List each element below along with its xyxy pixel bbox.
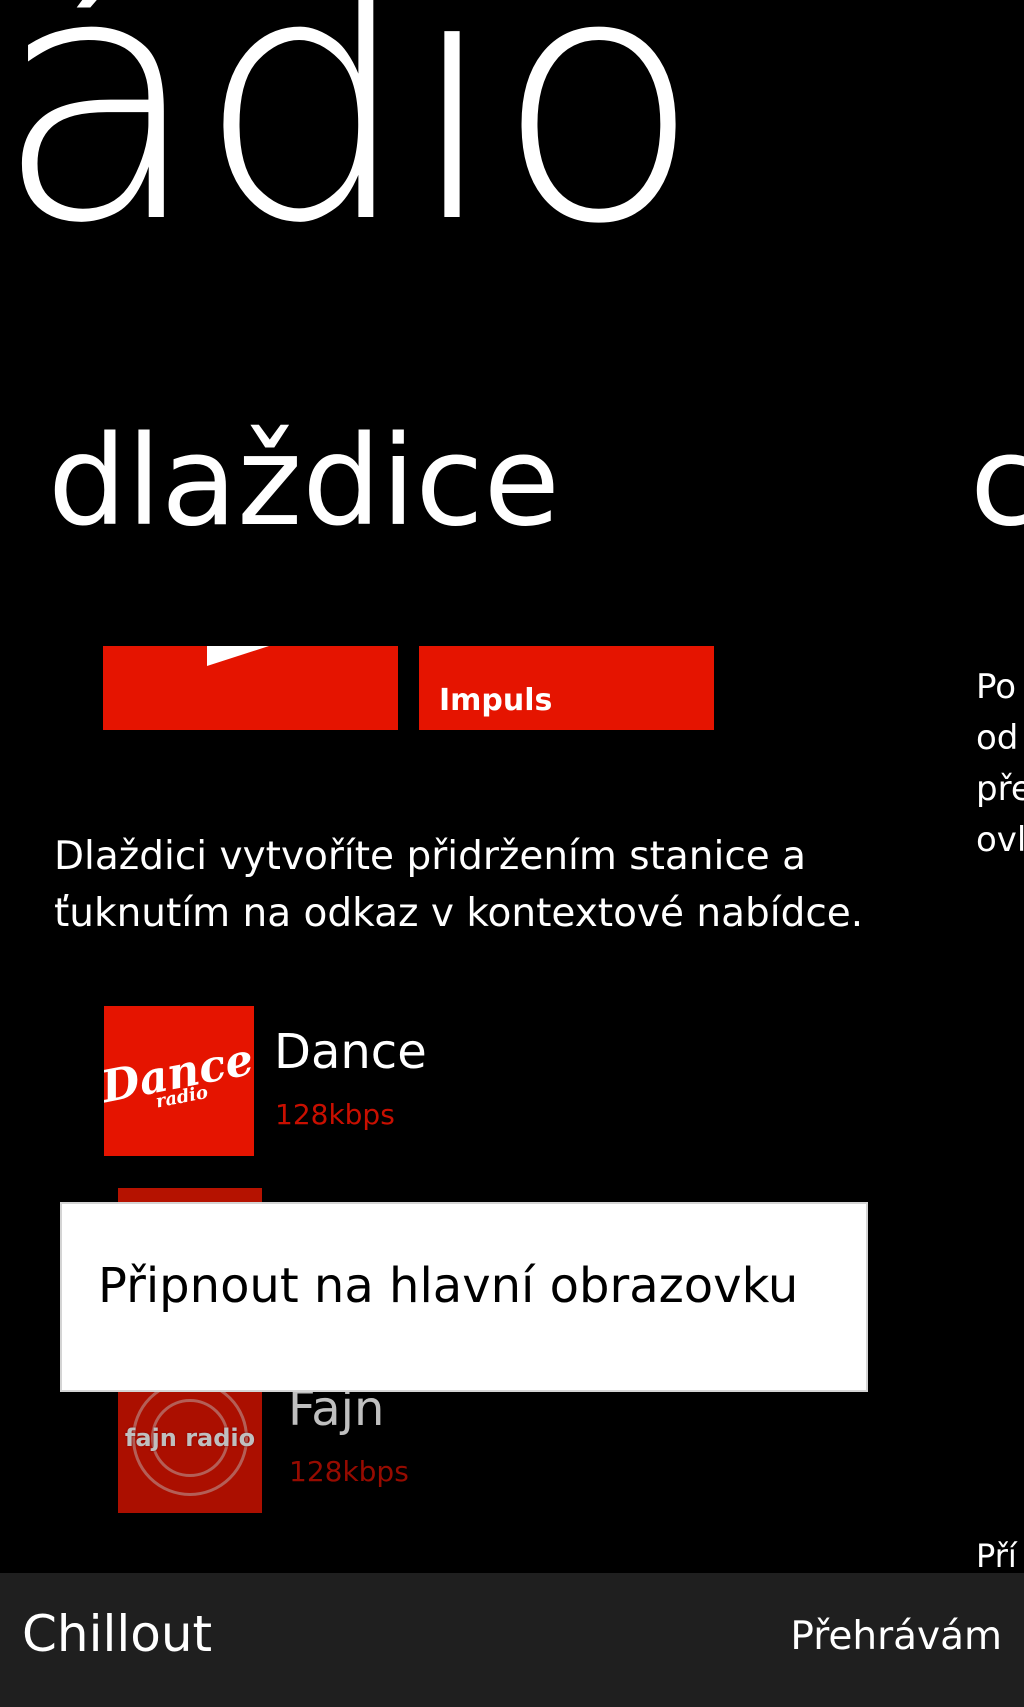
context-menu: Připnout na hlavní obrazovku <box>60 1202 868 1392</box>
pin-to-start-menu-item[interactable]: Připnout na hlavní obrazovku <box>98 1262 798 1310</box>
station-name: Dance <box>274 1024 427 1080</box>
next-panel-line: Po <box>976 667 1017 707</box>
station-bitrate: 128kbps <box>289 1455 409 1488</box>
mini-player-bar[interactable]: Chillout Přehrávám <box>0 1573 1024 1707</box>
tile-preview-play[interactable] <box>103 646 398 730</box>
next-panel-line: pře <box>976 769 1024 809</box>
station-logo-dance: Dance radio <box>104 1006 254 1156</box>
tile-preview-impuls[interactable]: Impuls <box>419 646 714 730</box>
next-panel-line: ovl <box>976 820 1024 860</box>
next-panel-text-peek: Po od pře ovl <box>976 662 1024 866</box>
fajn-logo-text: fajn radio <box>124 1424 256 1452</box>
mini-player-station[interactable]: Chillout <box>22 1609 212 1659</box>
fajn-logo: fajn radio <box>125 1373 255 1503</box>
next-panel-line: od <box>976 718 1019 758</box>
next-panel-footer-peek: Pří <box>976 1540 1017 1572</box>
section-title-tiles: dlaždice <box>48 410 560 554</box>
next-section-title-peek[interactable]: c <box>970 420 1024 544</box>
tile-help-text: Dlaždici vytvoříte přidržením stanice a … <box>54 834 864 936</box>
play-icon <box>207 646 269 666</box>
dance-logo: Dance radio <box>104 1034 254 1120</box>
station-name: Fajn <box>288 1381 385 1437</box>
station-bitrate: 128kbps <box>275 1098 395 1131</box>
mini-player-status[interactable]: Přehrávám <box>790 1617 1002 1656</box>
app-title: ádio <box>0 0 703 298</box>
tile-label-impuls: Impuls <box>439 683 553 718</box>
